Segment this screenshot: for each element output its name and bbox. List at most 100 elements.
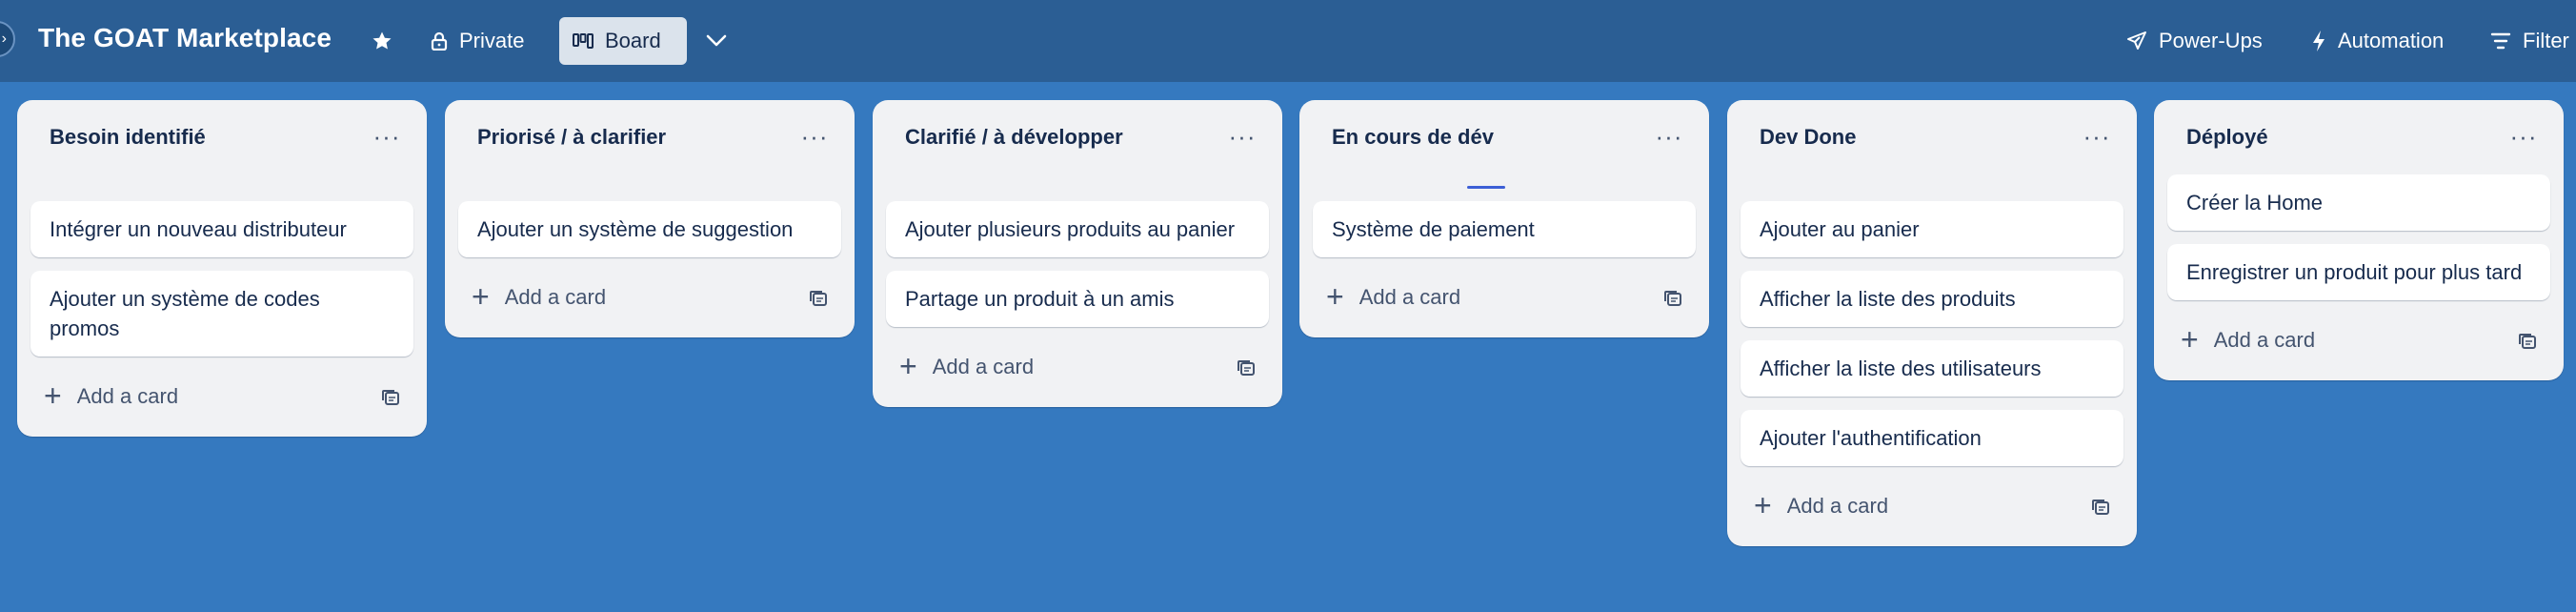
list-header[interactable]: Besoin identifié ··· [30,100,413,174]
more-icon: ··· [372,121,401,151]
list-menu-button[interactable]: ··· [1225,119,1259,153]
card[interactable]: Ajouter l'authentification [1741,410,2123,466]
power-ups-label: Power-Ups [2159,29,2263,52]
list-title[interactable]: Besoin identifié [30,125,206,150]
add-card-label: Add a card [1358,285,1461,309]
more-icon: ··· [1228,121,1257,151]
list-header[interactable]: En cours de dév ··· [1313,100,1696,174]
automation-label: Automation [2338,29,2445,52]
list-header[interactable]: Priorisé / à clarifier ··· [458,100,841,174]
template-icon [1238,360,1255,376]
template-icon [2092,500,2109,515]
chevron-down-icon [706,34,727,47]
list-en-cours[interactable]: En cours de dév ··· Système de paiement … [1299,100,1709,337]
rocket-icon [2127,31,2146,50]
list-title[interactable]: Dev Done [1741,125,1856,150]
add-card-label: Add a card [932,355,1035,378]
add-card-button[interactable]: + Add a card [1313,271,1696,324]
add-card-button[interactable]: + Add a card [30,370,413,423]
view-board-label: Board [605,29,661,52]
list-header[interactable]: Déployé ··· [2167,100,2550,174]
visibility-label: Private [459,29,525,52]
board-header: › The GOAT Marketplace Private Board Pow… [0,0,2576,82]
card[interactable]: Ajouter plusieurs produits au panier [886,201,1269,257]
create-from-template-button[interactable] [377,385,404,410]
more-icon: ··· [2509,121,2538,151]
chevron-right-icon: › [1,31,7,47]
board-title[interactable]: The GOAT Marketplace [38,23,332,53]
list-title[interactable]: Déployé [2167,125,2268,150]
create-from-template-button[interactable] [1660,286,1686,311]
card[interactable]: Intégrer un nouveau distributeur [30,201,413,257]
list-deploye[interactable]: Déployé ··· Créer la Home Enregistrer un… [2154,100,2564,380]
list-header[interactable]: Dev Done ··· [1741,100,2123,174]
card[interactable]: Système de paiement [1313,201,1696,257]
template-icon [382,390,399,405]
create-from-template-button[interactable] [2514,329,2541,354]
drop-indicator [1467,186,1505,189]
list-menu-button[interactable]: ··· [797,119,832,153]
list-menu-button[interactable]: ··· [2080,119,2114,153]
list-clarifie[interactable]: Clarifié / à développer ··· Ajouter plus… [873,100,1282,407]
add-card-button[interactable]: + Add a card [886,340,1269,394]
star-button[interactable] [364,23,400,59]
card[interactable]: Enregistrer un produit pour plus tard [2167,244,2550,300]
add-card-label: Add a card [504,285,607,309]
filter-button[interactable]: Filter [2477,17,2576,65]
list-header[interactable]: Clarifié / à développer ··· [886,100,1269,174]
list-priorise[interactable]: Priorisé / à clarifier ··· Ajouter un sy… [445,100,855,337]
card[interactable]: Ajouter un système de codes promos [30,271,413,357]
list-menu-button[interactable]: ··· [370,119,404,153]
list-menu-button[interactable]: ··· [1652,119,1686,153]
create-from-template-button[interactable] [2087,495,2114,520]
plus-icon: + [2181,321,2199,357]
add-card-label: Add a card [1786,494,1889,518]
add-card-label: Add a card [76,384,179,408]
lock-icon [431,31,448,51]
template-icon [810,291,827,306]
card[interactable]: Partage un produit à un amis [886,271,1269,327]
add-card-label: Add a card [2213,328,2316,352]
list-title[interactable]: Priorisé / à clarifier [458,125,666,150]
plus-icon: + [1326,278,1344,314]
list-besoin-identifie[interactable]: Besoin identifié ··· Intégrer un nouveau… [17,100,427,437]
add-card-button[interactable]: + Add a card [2167,314,2550,367]
sidebar-toggle-button[interactable]: › [0,21,15,57]
more-icon: ··· [1655,121,1683,151]
star-icon [372,31,392,50]
template-icon [2519,334,2536,349]
card[interactable]: Afficher la liste des produits [1741,271,2123,327]
board-icon [573,33,594,49]
visibility-button[interactable]: Private [417,17,537,65]
create-from-template-button[interactable] [805,286,832,311]
card[interactable]: Créer la Home [2167,174,2550,231]
filter-label: Filter [2523,29,2569,52]
view-board-button[interactable]: Board [559,17,687,65]
card[interactable]: Ajouter au panier [1741,201,2123,257]
more-icon: ··· [2083,121,2111,151]
plus-icon: + [44,377,62,413]
card[interactable]: Afficher la liste des utilisateurs [1741,340,2123,397]
more-icon: ··· [800,121,829,151]
plus-icon: + [899,348,917,383]
filter-icon [2490,32,2511,50]
plus-icon: + [1754,487,1772,522]
plus-icon: + [472,278,490,314]
list-menu-button[interactable]: ··· [2506,119,2541,153]
view-switcher-button[interactable] [701,23,732,59]
list-dev-done[interactable]: Dev Done ··· Ajouter au panier Afficher … [1727,100,2137,546]
automation-button[interactable]: Automation [2298,17,2457,65]
list-title[interactable]: En cours de dév [1313,125,1494,150]
add-card-button[interactable]: + Add a card [458,271,841,324]
power-ups-button[interactable]: Power-Ups [2113,17,2276,65]
list-spacer [1313,174,1696,201]
create-from-template-button[interactable] [1233,356,1259,380]
add-card-button[interactable]: + Add a card [1741,479,2123,533]
template-icon [1664,291,1681,306]
list-title[interactable]: Clarifié / à développer [886,125,1123,150]
card[interactable]: Ajouter un système de suggestion [458,201,841,257]
